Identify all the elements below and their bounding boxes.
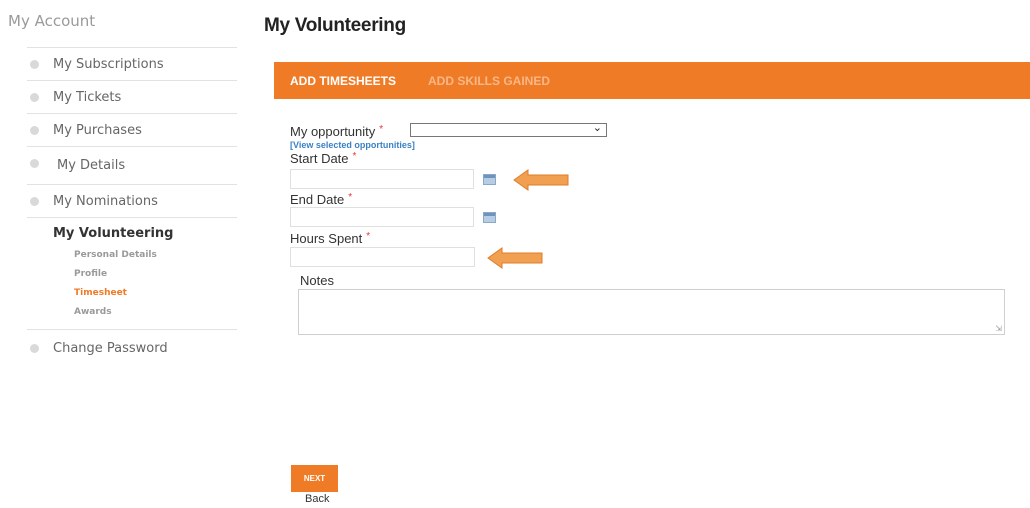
back-link[interactable]: Back bbox=[305, 493, 329, 505]
tab-bar: ADD TIMESHEETS ADD SKILLS GAINED bbox=[274, 62, 1030, 99]
sidebar-item-change-password[interactable]: Change Password bbox=[27, 330, 237, 366]
opportunity-label: My opportunity * bbox=[290, 124, 384, 139]
sidebar-subitem-personal-details[interactable]: Personal Details bbox=[74, 250, 237, 260]
end-date-calendar-button[interactable] bbox=[478, 207, 500, 227]
sidebar-item-label: My Nominations bbox=[53, 193, 158, 209]
sidebar-item-nominations[interactable]: My Nominations bbox=[27, 185, 237, 218]
sidebar-item-label: My Purchases bbox=[53, 122, 142, 138]
bullet-icon bbox=[30, 59, 39, 69]
account-sidebar: My Subscriptions My Tickets My Purchases… bbox=[27, 47, 237, 366]
sidebar-item-details[interactable]: My Details bbox=[27, 147, 237, 185]
arrow-left-icon bbox=[487, 247, 543, 269]
sidebar-item-label: Change Password bbox=[53, 340, 168, 356]
tab-add-timesheets[interactable]: ADD TIMESHEETS bbox=[274, 74, 412, 88]
sidebar-item-label: My Details bbox=[57, 158, 126, 173]
bullet-icon bbox=[30, 125, 39, 135]
notes-textarea[interactable]: ⇲ bbox=[298, 289, 1005, 335]
start-date-input[interactable] bbox=[290, 169, 474, 189]
end-date-label: End Date * bbox=[290, 192, 353, 207]
required-marker: * bbox=[379, 124, 384, 135]
bullet-icon bbox=[30, 196, 39, 206]
sidebar-item-tickets[interactable]: My Tickets bbox=[27, 81, 237, 114]
view-selected-opportunities-link[interactable]: [View selected opportunities] bbox=[290, 140, 415, 150]
start-date-label: Start Date * bbox=[290, 151, 357, 166]
hours-spent-input[interactable] bbox=[290, 247, 475, 267]
required-marker: * bbox=[352, 151, 357, 162]
end-date-input[interactable] bbox=[290, 207, 474, 227]
sidebar-item-label: My Subscriptions bbox=[53, 56, 164, 72]
sidebar-item-label: My Tickets bbox=[53, 89, 122, 105]
start-date-calendar-button[interactable] bbox=[478, 169, 500, 189]
tab-add-skills-gained[interactable]: ADD SKILLS GAINED bbox=[412, 74, 566, 88]
sidebar-subitem-timesheet[interactable]: Timesheet bbox=[74, 288, 237, 298]
sidebar-item-purchases[interactable]: My Purchases bbox=[27, 114, 237, 147]
sidebar-item-subscriptions[interactable]: My Subscriptions bbox=[27, 48, 237, 81]
bullet-icon bbox=[30, 92, 39, 102]
sidebar-group-volunteering: My Volunteering Personal Details Profile… bbox=[27, 218, 237, 330]
required-marker: * bbox=[348, 192, 353, 203]
resize-grip-icon[interactable]: ⇲ bbox=[995, 324, 1002, 333]
calendar-icon bbox=[482, 173, 496, 185]
sidebar-group-title[interactable]: My Volunteering bbox=[53, 226, 237, 241]
next-button[interactable]: NEXT bbox=[291, 465, 338, 492]
chevron-down-icon: ⌄ bbox=[592, 122, 602, 134]
arrow-left-icon bbox=[513, 169, 569, 191]
opportunity-select[interactable]: ⌄ bbox=[410, 122, 607, 137]
hours-spent-label: Hours Spent * bbox=[290, 231, 371, 246]
calendar-icon bbox=[482, 211, 496, 223]
bullet-icon bbox=[30, 343, 39, 353]
account-title: My Account bbox=[8, 12, 96, 30]
sidebar-subitem-awards[interactable]: Awards bbox=[74, 307, 237, 317]
notes-label: Notes bbox=[300, 273, 334, 288]
required-marker: * bbox=[366, 231, 371, 242]
sidebar-subitem-profile[interactable]: Profile bbox=[74, 269, 237, 279]
bullet-icon bbox=[30, 159, 39, 168]
page-title: My Volunteering bbox=[264, 15, 406, 36]
